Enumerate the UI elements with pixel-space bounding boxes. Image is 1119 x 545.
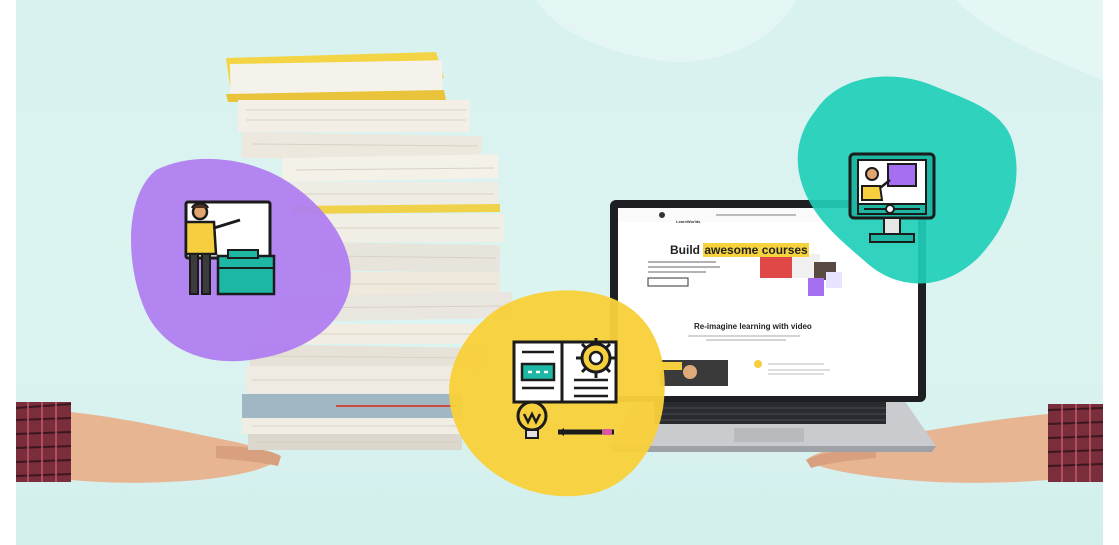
online-teacher-monitor-icon: [848, 152, 936, 243]
laptop-headline-plain: Build: [670, 243, 704, 257]
book-idea-gear-icon: [512, 338, 618, 439]
hero-illustration: LearnWorlds Build awesome courses Re-ima…: [16, 0, 1103, 545]
laptop-section-title: Re-imagine learning with video: [694, 322, 812, 331]
laptop-brand-logo: LearnWorlds: [676, 219, 701, 224]
teacher-blackboard-icon: [184, 200, 276, 296]
laptop-headline-highlight: awesome courses: [703, 243, 809, 257]
left-arm: [16, 402, 281, 483]
stage: LearnWorlds Build awesome courses Re-ima…: [0, 0, 1119, 545]
laptop-headline: Build awesome courses: [670, 243, 809, 257]
